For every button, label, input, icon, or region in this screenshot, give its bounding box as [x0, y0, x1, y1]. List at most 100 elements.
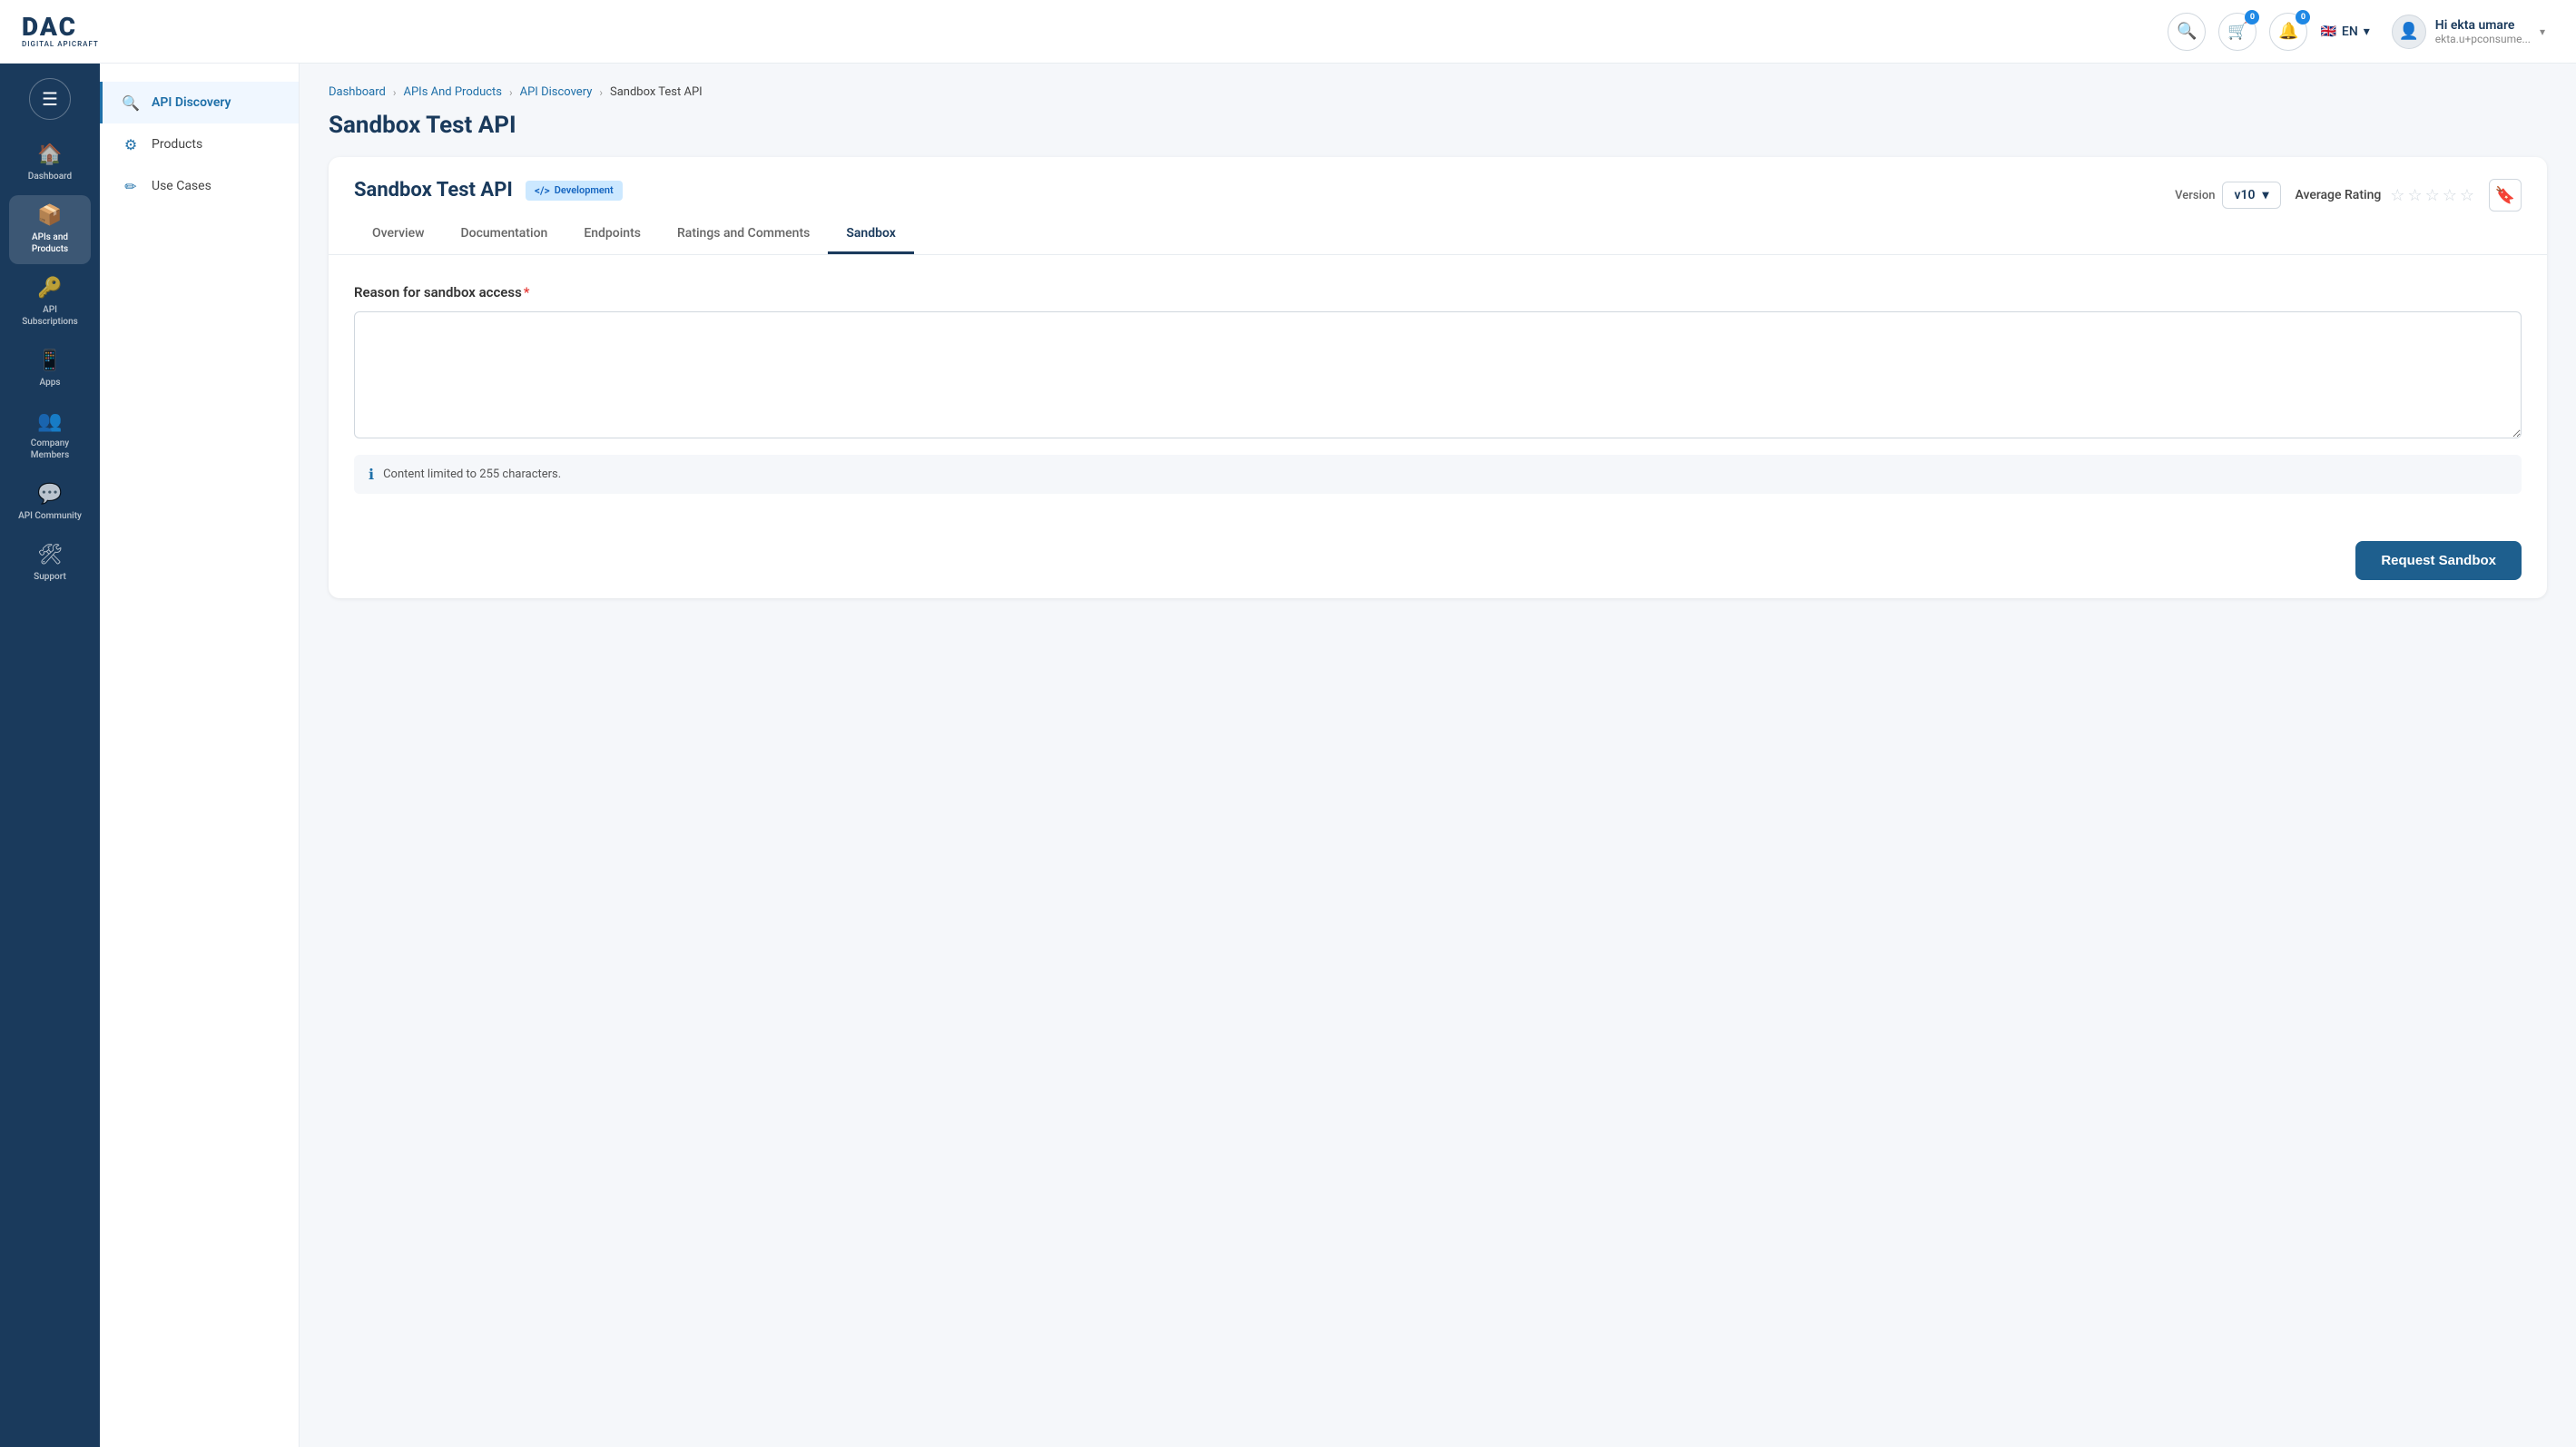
sidebar-item-label: Company Members [15, 438, 85, 461]
tab-documentation[interactable]: Documentation [442, 215, 565, 254]
sidebar-item-apis-products[interactable]: 📦 APIs and Products [9, 195, 91, 264]
sidebar-item-label: API Subscriptions [15, 304, 85, 328]
community-icon: 💬 [37, 483, 62, 506]
notification-badge: 0 [2296, 10, 2310, 25]
version-selector[interactable]: v10 ▾ [2222, 182, 2280, 209]
card-footer: Request Sandbox [329, 523, 2547, 598]
sidebar-item-label: Apps [40, 377, 61, 389]
breadcrumb-dashboard[interactable]: Dashboard [329, 85, 386, 99]
api-card-title: Sandbox Test API [354, 179, 513, 202]
header-right: 🔍 🛒 0 🔔 0 🇬🇧 EN ▾ 👤 Hi ekta umare ekta.u… [2168, 9, 2554, 54]
sandbox-form-label: Reason for sandbox access* [354, 284, 2522, 300]
tab-overview[interactable]: Overview [354, 215, 442, 254]
breadcrumb-sep-2: › [509, 86, 513, 99]
api-card-header: Sandbox Test API </> Development Version… [329, 157, 2547, 255]
version-section: Version v10 ▾ [2175, 182, 2280, 209]
sidebar-item-support[interactable]: 🛠 Support [9, 535, 91, 592]
secondary-nav-products[interactable]: ⚙ Products [100, 123, 299, 165]
api-card-body: Reason for sandbox access* ℹ Content lim… [329, 255, 2547, 523]
bookmark-button[interactable]: 🔖 [2489, 179, 2522, 212]
sandbox-reason-textarea[interactable] [354, 311, 2522, 438]
user-menu[interactable]: 👤 Hi ekta umare ekta.u+pconsume... ▾ [2383, 9, 2554, 54]
sidebar-item-dashboard[interactable]: 🏠 Dashboard [9, 134, 91, 192]
page-title: Sandbox Test API [329, 112, 2547, 139]
breadcrumb-api-discovery[interactable]: API Discovery [520, 85, 593, 99]
logo: DAC DIGITAL APICRAFT [22, 15, 122, 48]
chevron-down-icon: ▾ [2364, 25, 2370, 39]
tab-endpoints[interactable]: Endpoints [565, 215, 659, 254]
subscriptions-icon: 🔑 [37, 277, 62, 300]
sidebar-item-label: Support [34, 571, 66, 583]
sidebar-item-company-members[interactable]: 👥 Company Members [9, 401, 91, 470]
version-chevron-icon: ▾ [2262, 188, 2268, 202]
star-5[interactable]: ☆ [2460, 186, 2474, 205]
logo-text: DAC DIGITAL APICRAFT [22, 15, 99, 48]
sidebar-item-label: Dashboard [28, 171, 72, 182]
user-name: Hi ekta umare [2435, 18, 2531, 33]
apis-products-icon: 📦 [37, 204, 62, 227]
required-star: * [524, 284, 530, 300]
user-chevron-icon: ▾ [2540, 25, 2545, 38]
secondary-nav-api-discovery[interactable]: 🔍 API Discovery [100, 82, 299, 123]
version-value: v10 [2234, 188, 2255, 202]
char-limit-note: ℹ Content limited to 255 characters. [354, 455, 2522, 494]
menu-toggle-button[interactable]: ☰ [29, 78, 71, 120]
notifications-button[interactable]: 🔔 0 [2269, 13, 2307, 51]
breadcrumb: Dashboard › APIs And Products › API Disc… [329, 85, 2547, 99]
left-sidebar: ☰ 🏠 Dashboard 📦 APIs and Products 🔑 API … [0, 64, 100, 1447]
breadcrumb-current: Sandbox Test API [610, 85, 703, 99]
top-header: DAC DIGITAL APICRAFT 🔍 🛒 0 🔔 0 🇬🇧 EN ▾ 👤 [0, 0, 2576, 64]
code-icon: </> [535, 184, 550, 197]
version-label: Version [2175, 189, 2215, 202]
main-layout: ☰ 🏠 Dashboard 📦 APIs and Products 🔑 API … [0, 64, 2576, 1447]
avatar: 👤 [2392, 15, 2426, 49]
breadcrumb-sep-1: › [393, 86, 397, 99]
tab-sandbox[interactable]: Sandbox [828, 215, 914, 254]
user-info: Hi ekta umare ekta.u+pconsume... [2435, 18, 2531, 45]
cart-icon: 🛒 [2227, 22, 2247, 41]
request-sandbox-button[interactable]: Request Sandbox [2355, 541, 2522, 580]
logo-main: DAC [22, 15, 99, 40]
star-4[interactable]: ☆ [2443, 186, 2457, 205]
bookmark-icon: 🔖 [2495, 186, 2515, 205]
tab-ratings-comments[interactable]: Ratings and Comments [659, 215, 828, 254]
search-icon: 🔍 [2177, 22, 2197, 41]
language-selector[interactable]: 🇬🇧 EN ▾ [2320, 25, 2369, 39]
star-1[interactable]: ☆ [2390, 186, 2404, 205]
rating-section: Average Rating ☆ ☆ ☆ ☆ ☆ [2296, 186, 2474, 205]
sidebar-item-label: APIs and Products [15, 231, 85, 255]
user-email: ekta.u+pconsume... [2435, 33, 2531, 45]
company-members-icon: 👥 [37, 410, 62, 433]
secondary-nav-label: API Discovery [152, 95, 231, 110]
support-icon: 🛠 [37, 544, 63, 566]
sidebar-item-apps[interactable]: 📱 Apps [9, 340, 91, 398]
star-3[interactable]: ☆ [2425, 186, 2440, 205]
breadcrumb-apis-products[interactable]: APIs And Products [403, 85, 502, 99]
cart-badge: 0 [2245, 10, 2259, 25]
star-rating: ☆ ☆ ☆ ☆ ☆ [2390, 186, 2474, 205]
dashboard-icon: 🏠 [37, 143, 62, 166]
search-button[interactable]: 🔍 [2168, 13, 2206, 51]
rating-label: Average Rating [2296, 188, 2382, 202]
main-content: Dashboard › APIs And Products › API Disc… [300, 64, 2576, 1447]
sidebar-item-api-subscriptions[interactable]: 🔑 API Subscriptions [9, 268, 91, 337]
language-label: EN [2342, 25, 2358, 39]
flag-icon: 🇬🇧 [2320, 25, 2335, 39]
dev-badge-label: Development [555, 184, 614, 196]
api-discovery-icon: 🔍 [121, 93, 141, 113]
development-badge: </> Development [526, 181, 623, 201]
api-card: Sandbox Test API </> Development Version… [329, 157, 2547, 598]
secondary-nav-use-cases[interactable]: ✏ Use Cases [100, 165, 299, 207]
hamburger-icon: ☰ [42, 88, 58, 110]
breadcrumb-sep-3: › [599, 86, 603, 99]
bell-icon: 🔔 [2278, 22, 2298, 41]
cart-button[interactable]: 🛒 0 [2218, 13, 2256, 51]
secondary-nav-label: Use Cases [152, 179, 211, 193]
api-tabs: Overview Documentation Endpoints Ratings… [354, 215, 2522, 254]
secondary-nav-label: Products [152, 137, 202, 152]
sidebar-item-api-community[interactable]: 💬 API Community [9, 474, 91, 531]
api-header-top: Sandbox Test API </> Development Version… [354, 179, 2522, 212]
star-2[interactable]: ☆ [2407, 186, 2422, 205]
products-icon: ⚙ [121, 134, 141, 154]
sidebar-item-label: API Community [18, 510, 82, 522]
